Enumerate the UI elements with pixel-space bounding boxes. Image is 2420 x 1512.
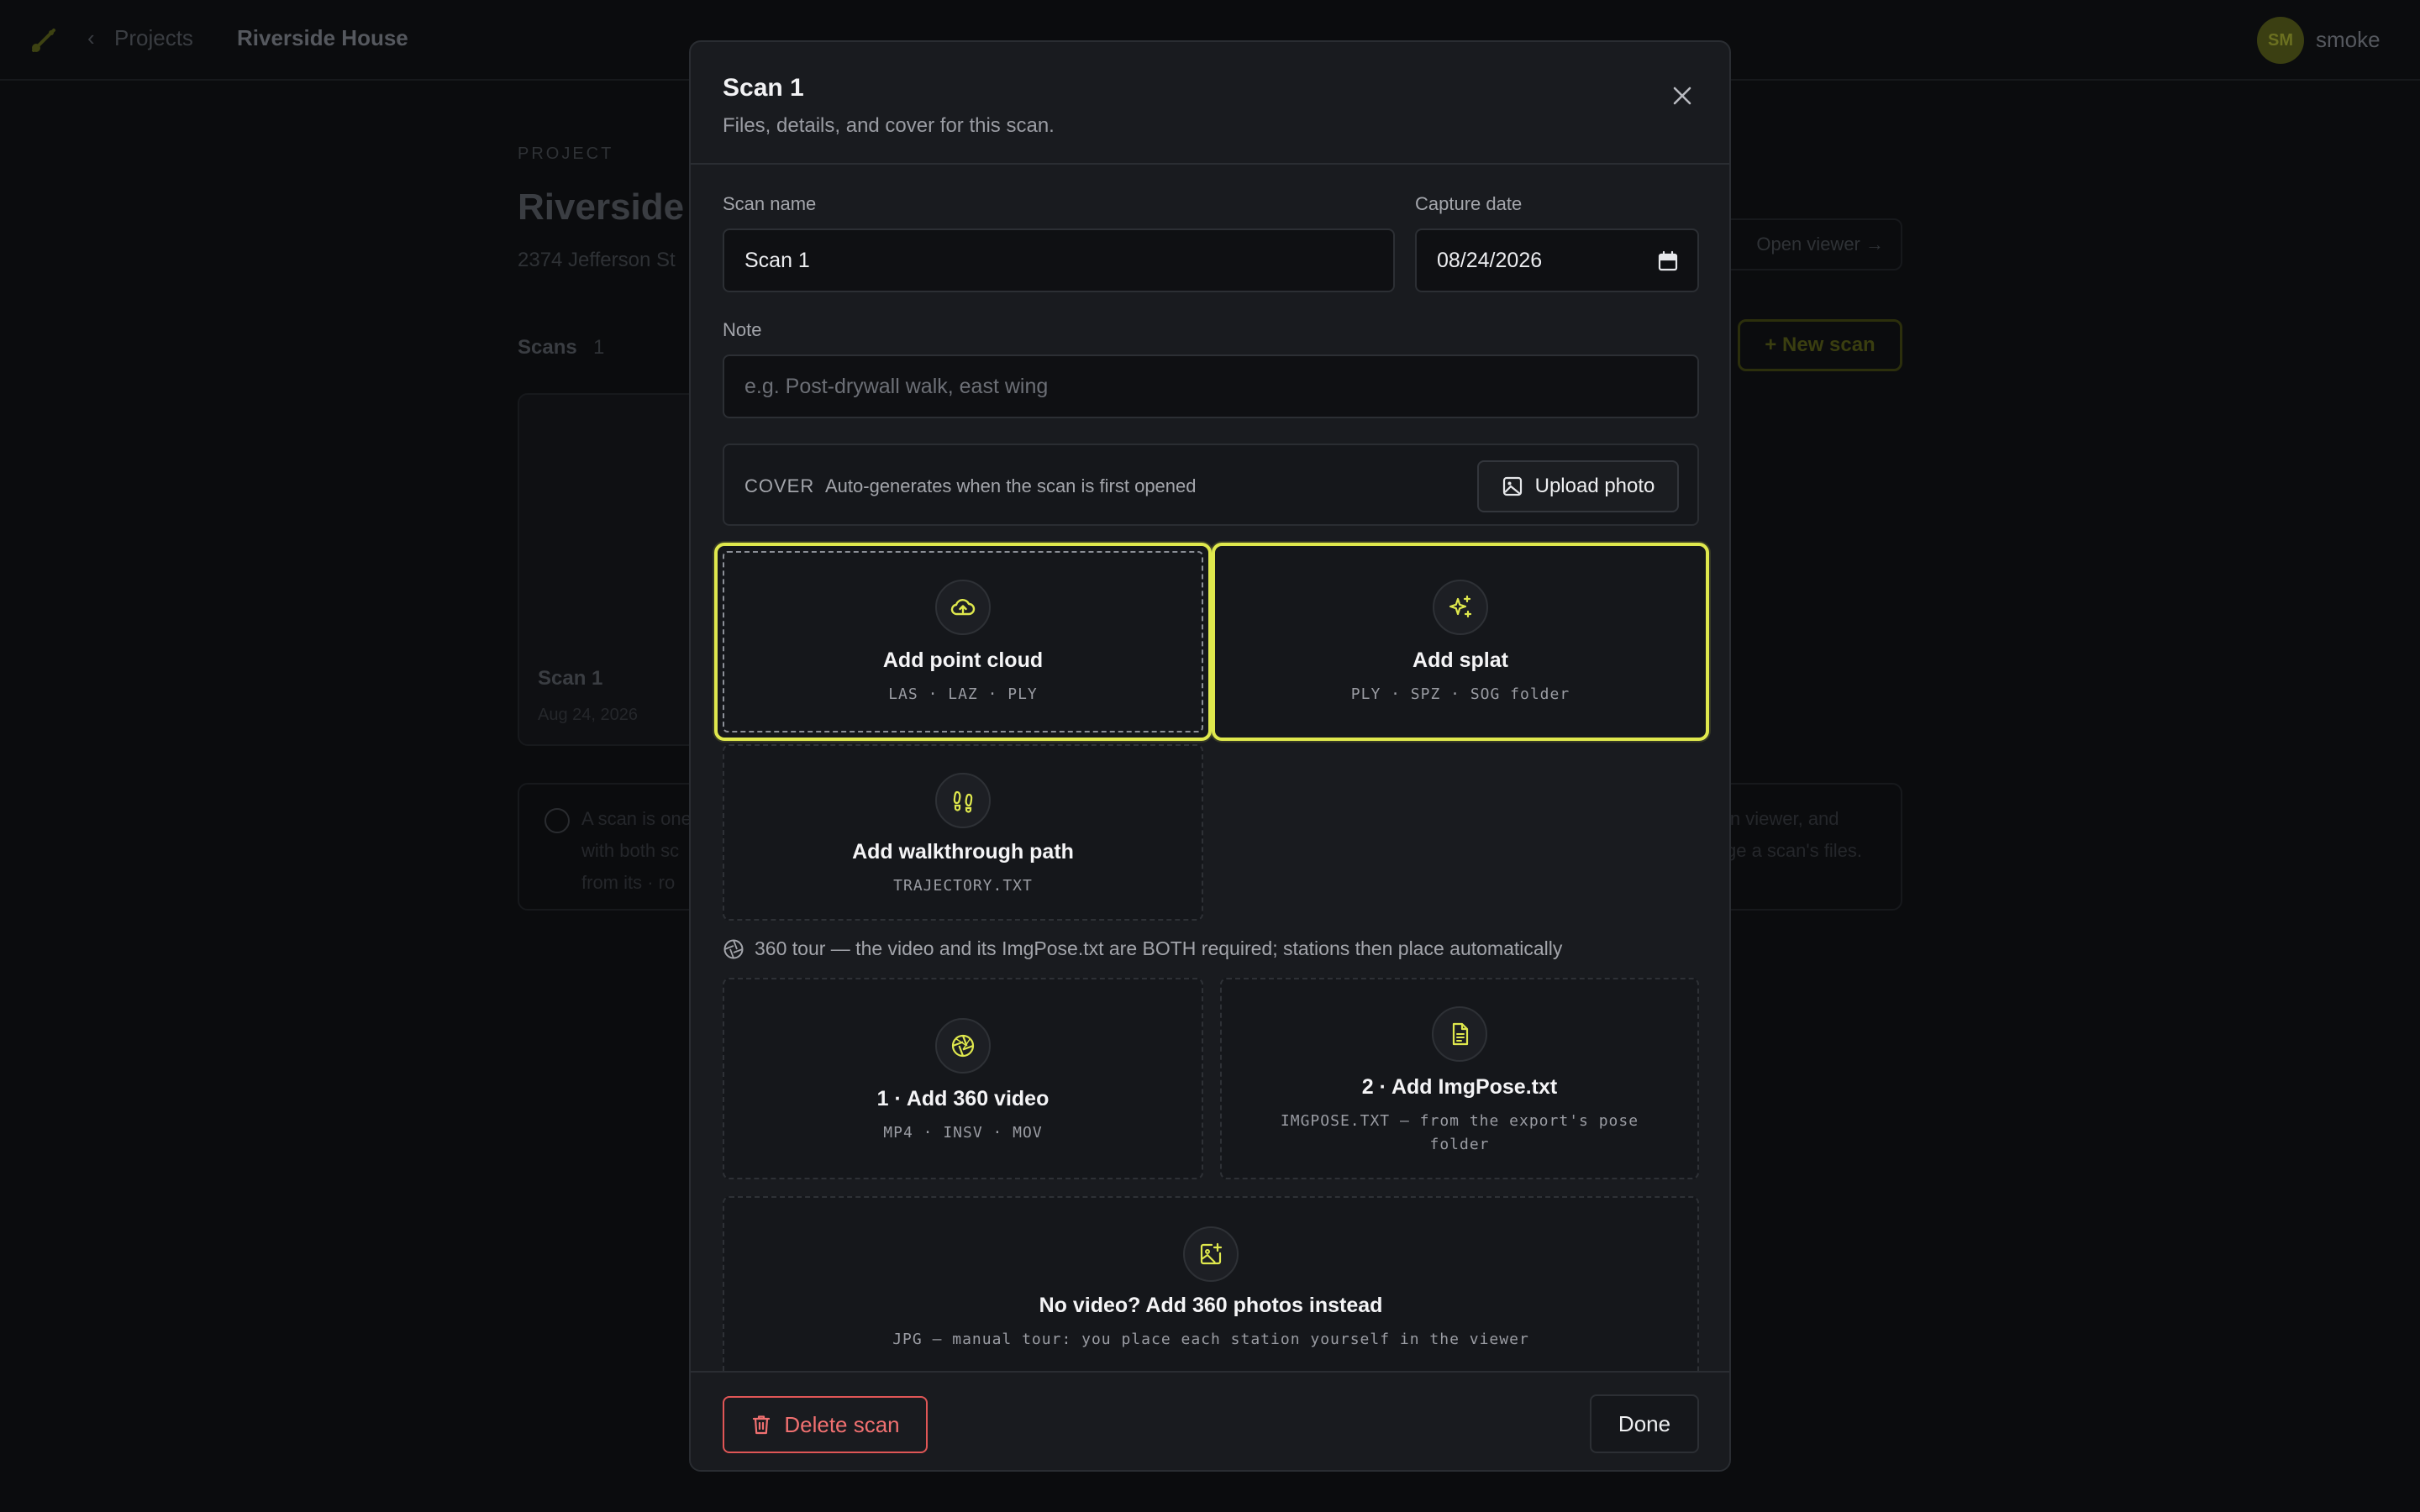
image-plus-icon (1183, 1226, 1239, 1282)
imgpose-formats-cont: folder (1429, 1136, 1490, 1153)
close-icon (1673, 87, 1691, 105)
add-point-cloud-tile[interactable]: Add point cloud LAS · LAZ · PLY (714, 543, 1212, 741)
project-address: 2374 Jefferson St (518, 249, 676, 271)
dialog-title: Scan 1 (723, 74, 804, 102)
dialog-subtitle: Files, details, and cover for this scan. (723, 114, 1055, 137)
cover-key: COVER (744, 475, 815, 496)
walkthrough-title: Add walkthrough path (852, 840, 1074, 864)
done-button[interactable]: Done (1590, 1394, 1699, 1453)
point-cloud-title: Add point cloud (882, 648, 1044, 672)
calendar-icon[interactable] (1657, 250, 1679, 272)
add-splat-tile[interactable]: Add splat PLY · SPZ · SOG folder (1212, 543, 1709, 741)
point-cloud-formats: LAS · LAZ · PLY (888, 685, 1038, 703)
video-360-formats: MP4 · INSV · MOV (883, 1124, 1043, 1142)
info-text-line: from its · ro (581, 872, 676, 893)
close-button[interactable] (1665, 79, 1699, 113)
scan-name-label: Scan name (723, 193, 817, 214)
info-text-line: A scan is one (581, 808, 692, 829)
note-input[interactable]: e.g. Post-drywall walk, east wing (723, 354, 1699, 418)
tour-note: 360 tour — the video and its ImgPose.txt… (723, 937, 1562, 960)
info-text-line: ge a scan's files. (1726, 840, 1862, 861)
info-icon (544, 808, 570, 833)
scans-heading: Scans (518, 336, 577, 359)
info-text-line: in viewer, and (1726, 808, 1839, 829)
upload-photo-label: Upload photo (1534, 475, 1655, 497)
scan-name-value: Scan 1 (744, 248, 810, 272)
dialog-footer: Delete scan Done (691, 1371, 1729, 1470)
imgpose-formats: IMGPOSE.TXT — from the export's pose (1280, 1112, 1639, 1130)
capture-date-input[interactable]: 08/24/2026 (1415, 228, 1699, 292)
add-imgpose-tile[interactable]: 2 · Add ImgPose.txt IMGPOSE.TXT — from t… (1220, 978, 1699, 1179)
note-label: Note (723, 319, 762, 340)
add-360-photos-tile[interactable]: No video? Add 360 photos instead JPG — m… (723, 1196, 1699, 1381)
walkthrough-formats: TRAJECTORY.TXT (893, 877, 1033, 895)
footprints-icon (935, 773, 991, 828)
scan-card-date: Aug 24, 2026 (538, 706, 638, 724)
video-360-title: 1 · Add 360 video (876, 1087, 1050, 1110)
trash-icon (753, 1415, 771, 1435)
add-walkthrough-tile[interactable]: Add walkthrough path TRAJECTORY.TXT (723, 744, 1203, 921)
tour-note-text: 360 tour — the video and its ImgPose.txt… (755, 937, 1563, 959)
aperture-icon (935, 1018, 991, 1074)
sparkles-icon (1433, 580, 1488, 635)
info-text-line: with both sc (581, 840, 680, 861)
scans-count: 1 (593, 336, 605, 359)
scan-name-input[interactable]: Scan 1 (723, 228, 1395, 292)
splat-title: Add splat (1413, 648, 1508, 672)
cover-status: Auto-generates when the scan is first op… (825, 475, 1197, 496)
photos-360-title: No video? Add 360 photos instead (1039, 1294, 1383, 1317)
note-placeholder: e.g. Post-drywall walk, east wing (744, 374, 1049, 398)
scan-card-title: Scan 1 (538, 667, 603, 690)
aperture-icon (723, 939, 744, 958)
username: smoke (2316, 27, 2381, 52)
back-chevron-icon[interactable]: ‹ (87, 25, 95, 51)
project-kicker: PROJECT (518, 144, 614, 163)
document-icon (1432, 1006, 1487, 1062)
scan-dialog: Scan 1 Files, details, and cover for thi… (689, 40, 1731, 1472)
splat-formats: PLY · SPZ · SOG folder (1350, 685, 1570, 703)
open-viewer-button[interactable]: Open viewer → (1714, 218, 1902, 270)
capture-date-label: Capture date (1415, 193, 1523, 214)
delete-scan-button[interactable]: Delete scan (723, 1396, 928, 1453)
capture-date-value: 08/24/2026 (1437, 248, 1543, 272)
dialog-header: Scan 1 Files, details, and cover for thi… (691, 42, 1729, 165)
new-scan-button[interactable]: + New scan (1738, 319, 1902, 371)
cover-section: COVER Auto-generates when the scan is fi… (723, 444, 1699, 526)
breadcrumb-current: Riverside House (237, 25, 408, 50)
add-360-video-tile[interactable]: 1 · Add 360 video MP4 · INSV · MOV (723, 978, 1203, 1179)
upload-photo-button[interactable]: Upload photo (1477, 460, 1679, 512)
delete-scan-label: Delete scan (784, 1411, 900, 1437)
photos-360-formats: JPG — manual tour: you place each statio… (892, 1331, 1529, 1348)
avatar[interactable]: SM (2257, 17, 2304, 64)
image-upload-icon (1502, 476, 1522, 496)
cloud-upload-icon (935, 580, 991, 635)
logo-icon (32, 29, 55, 52)
imgpose-title: 2 · Add ImgPose.txt (1361, 1075, 1558, 1099)
breadcrumb-projects[interactable]: Projects (114, 25, 193, 51)
